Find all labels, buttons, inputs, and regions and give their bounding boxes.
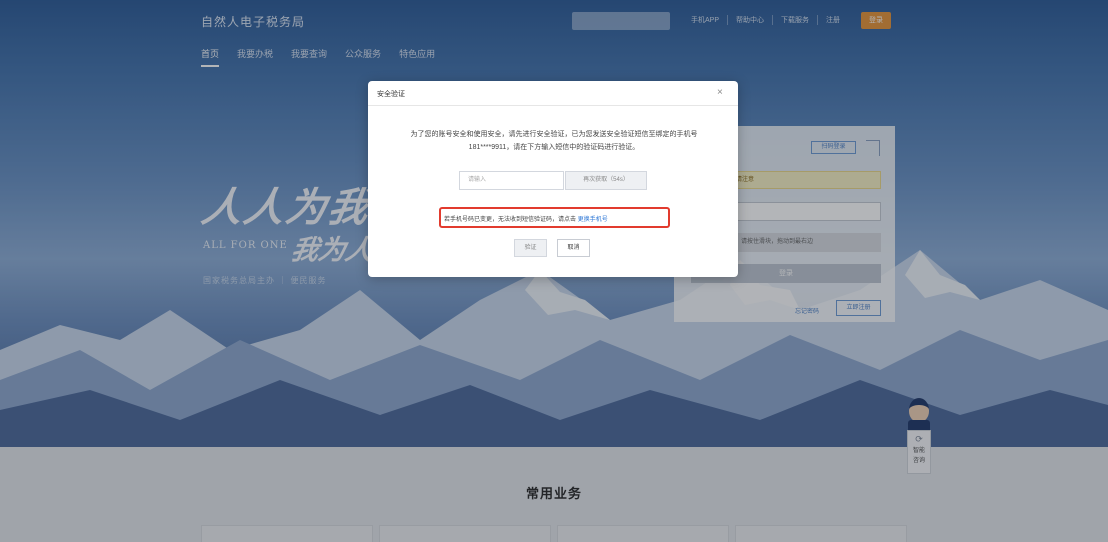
close-icon[interactable]: × bbox=[717, 87, 723, 98]
verification-message: 为了您的账号安全和使用安全，请先进行安全验证，已为您发送安全验证短信至绑定的手机… bbox=[410, 131, 698, 151]
change-phone-link[interactable]: 更换手机号 bbox=[578, 217, 608, 223]
security-verification-dialog: 安全验证 × 为了您的账号安全和使用安全，请先进行安全验证，已为您发送安全验证短… bbox=[368, 81, 738, 277]
change-phone-hint: 若手机号码已变更，无法收到短信验证码，请点击 更换手机号 bbox=[444, 214, 608, 223]
cancel-button[interactable]: 取消 bbox=[557, 239, 590, 257]
verification-code-input[interactable]: 请输入 bbox=[459, 171, 564, 190]
resend-code-button[interactable]: 再次获取（54s） bbox=[565, 171, 647, 190]
verify-button[interactable]: 验证 bbox=[514, 239, 547, 257]
hint-text: 若手机号码已变更，无法收到短信验证码，请点击 bbox=[444, 217, 577, 223]
dialog-divider bbox=[368, 105, 738, 106]
dialog-title: 安全验证 bbox=[377, 91, 405, 98]
